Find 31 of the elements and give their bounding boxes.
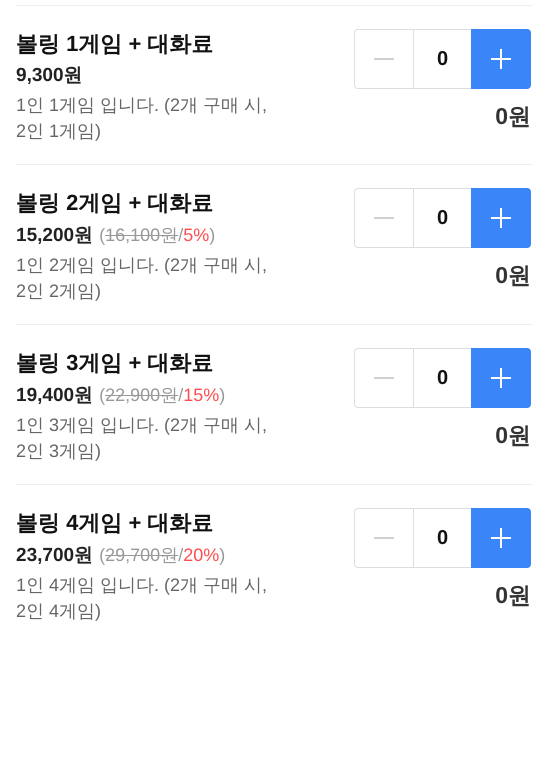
product-title: 볼링 4게임 + 대화료 bbox=[16, 509, 214, 537]
increase-button[interactable] bbox=[471, 508, 531, 568]
original-price-note: (29,700원/20%) bbox=[99, 544, 226, 567]
product-title: 볼링 1게임 + 대화료 bbox=[16, 30, 214, 58]
item-total: 0원 bbox=[495, 421, 531, 450]
minus-icon bbox=[374, 537, 394, 539]
product-price: 15,200원 bbox=[16, 224, 94, 248]
minus-icon bbox=[374, 217, 394, 219]
item-total: 0원 bbox=[495, 102, 531, 131]
product-description: 1인 4게임 입니다. (2개 구매 시, 2인 4게임) bbox=[16, 574, 268, 623]
product-title: 볼링 2게임 + 대화료 bbox=[16, 189, 214, 217]
minus-icon bbox=[374, 377, 394, 379]
increase-button[interactable] bbox=[471, 29, 531, 89]
plus-icon bbox=[491, 368, 511, 388]
plus-icon bbox=[491, 208, 511, 228]
product-title: 볼링 3게임 + 대화료 bbox=[16, 349, 214, 377]
product-description: 1인 3게임 입니다. (2개 구매 시, 2인 3게임) bbox=[16, 414, 268, 463]
original-price-note: (22,900원/15%) bbox=[99, 384, 226, 407]
item-total: 0원 bbox=[495, 581, 531, 610]
product-description: 1인 2게임 입니다. (2개 구매 시, 2인 2게임) bbox=[16, 254, 268, 303]
product-price: 19,400원 bbox=[16, 384, 94, 408]
product-description: 1인 1게임 입니다. (2개 구매 시, 2인 1게임) bbox=[16, 94, 268, 143]
plus-icon bbox=[491, 528, 511, 548]
increase-button[interactable] bbox=[471, 188, 531, 248]
plus-icon bbox=[491, 49, 511, 69]
original-price-note: (16,100원/5%) bbox=[99, 224, 216, 247]
increase-button[interactable] bbox=[471, 348, 531, 408]
item-total: 0원 bbox=[495, 261, 531, 290]
minus-icon bbox=[374, 58, 394, 60]
product-price: 23,700원 bbox=[16, 544, 94, 568]
product-price: 9,300원 bbox=[16, 64, 83, 88]
